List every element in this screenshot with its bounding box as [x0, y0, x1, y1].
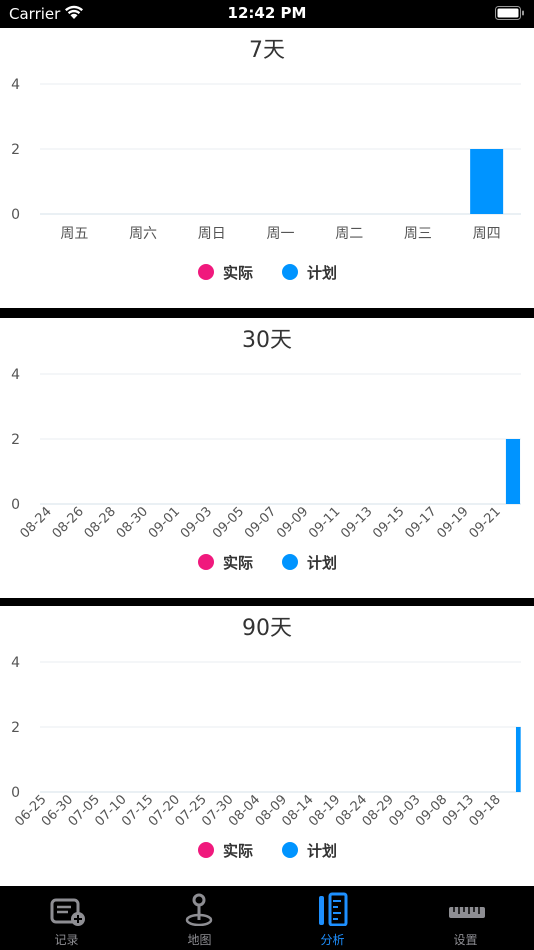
legend-plan-dot — [282, 264, 298, 280]
x-tick-label: 09-17 — [402, 504, 439, 541]
battery-icon — [495, 6, 524, 20]
bar-plan — [470, 149, 504, 214]
tab-map[interactable]: 地图 — [133, 886, 266, 950]
x-tick-label: 08-26 — [50, 504, 87, 541]
y-tick-label: 4 — [11, 655, 20, 671]
chart-30d: 30天02408-2408-2608-2808-3009-0109-0309-0… — [11, 328, 521, 572]
chart-card-7d: 7天 0 2 4 周五 周六 周日 周一 周二 周三 周四实际 计划 — [0, 28, 534, 308]
x-tick-label: 09-19 — [434, 504, 471, 541]
chart-90d: 90天02406-2506-3007-0507-1007-1507-2007-2… — [11, 616, 521, 860]
x-tick-label: 09-15 — [370, 504, 407, 541]
clock: 12:42 PM — [227, 4, 307, 22]
bar-plan — [515, 727, 521, 792]
chart-7d: 7天 0 2 4 周五 周六 周日 周一 周二 周三 周四实际 计划 — [11, 38, 521, 282]
x-tick-label: 09-03 — [178, 504, 215, 541]
x-tick-label: 周四 — [473, 226, 501, 242]
tab-label: 地图 — [187, 933, 212, 947]
y-tick-label: 2 — [11, 720, 20, 736]
x-tick-label: 09-11 — [306, 504, 343, 541]
y-tick-label: 4 — [11, 367, 20, 383]
x-tick-label: 周日 — [198, 226, 226, 242]
x-tick-label: 周六 — [129, 226, 157, 242]
analysis-ruler-icon — [319, 892, 348, 926]
tab-label: 分析 — [320, 933, 345, 947]
legend-actual-dot — [198, 842, 214, 858]
tab-bar: 记录 地图 分析 设置 — [0, 886, 534, 950]
map-pin-icon — [185, 893, 213, 926]
y-tick-label: 0 — [11, 785, 20, 801]
chart-title: 7天 — [249, 38, 285, 63]
tab-analysis[interactable]: 分析 — [266, 886, 399, 950]
legend-plan-dot — [282, 554, 298, 570]
legend-actual-label: 实际 — [223, 842, 253, 860]
x-tick-label: 周二 — [335, 226, 363, 242]
x-tick-label: 09-09 — [274, 504, 311, 541]
x-tick-label: 08-24 — [18, 504, 55, 541]
x-tick-label: 09-21 — [466, 504, 503, 541]
tab-label: 记录 — [54, 933, 79, 947]
x-tick-label: 周一 — [267, 226, 295, 242]
legend-plan-label: 计划 — [307, 264, 337, 282]
y-tick-label: 0 — [11, 497, 20, 513]
tab-settings[interactable]: 设置 — [399, 886, 532, 950]
chart-card-30d: 30天 0 2 4 08-24 08-26 08-28 08-30 09-01 09-03 09-0… — [0, 318, 534, 598]
legend-actual-label: 实际 — [223, 554, 253, 572]
y-tick-label: 2 — [11, 432, 20, 448]
x-tick-label: 周五 — [60, 226, 88, 242]
legend-plan-dot — [282, 842, 298, 858]
settings-ruler-icon — [449, 907, 485, 918]
record-add-icon — [50, 898, 85, 926]
y-tick-label: 4 — [11, 77, 20, 93]
legend-actual-dot — [198, 264, 214, 280]
chart-title: 90天 — [242, 616, 292, 641]
legend-actual-dot — [198, 554, 214, 570]
x-tick-label: 周三 — [404, 226, 432, 242]
bar-plan — [505, 439, 521, 504]
x-tick-label: 09-07 — [242, 504, 279, 541]
tab-record[interactable]: 记录 — [0, 886, 133, 950]
chart-card-90d: 90天 0 2 4 06-25 06-30 07-05 07-10 07-15 07-20 07-2… — [0, 606, 534, 886]
legend-plan-label: 计划 — [307, 842, 337, 860]
x-tick-label: 09-05 — [210, 504, 247, 541]
status-bar: Carrier 12:42 PM — [0, 0, 534, 28]
y-tick-label: 0 — [11, 207, 20, 223]
legend-plan-label: 计划 — [307, 554, 337, 572]
chart-title: 30天 — [242, 328, 292, 353]
x-tick-label: 09-01 — [146, 504, 183, 541]
tab-label: 设置 — [453, 933, 478, 947]
x-tick-label: 09-13 — [338, 504, 375, 541]
legend-actual-label: 实际 — [223, 264, 253, 282]
x-tick-label: 08-28 — [82, 504, 119, 541]
x-tick-label: 08-30 — [114, 504, 151, 541]
y-tick-label: 2 — [11, 142, 20, 158]
